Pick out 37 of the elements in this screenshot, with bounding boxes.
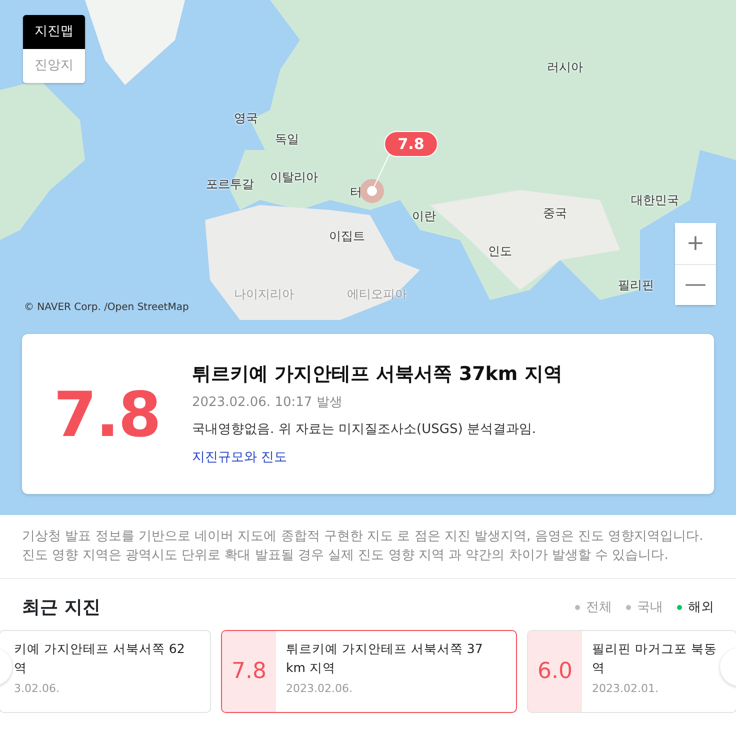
earthquake-item[interactable]: 6.0 필리핀 마거그포 북동 역 2023.02.01.	[527, 630, 736, 714]
source-note: 국내영향없음. 위 자료는 미지질조사소(USGS) 분석결과임.	[192, 421, 538, 440]
place-label: 러시아	[547, 59, 583, 76]
zoom-out-button[interactable]: —	[675, 264, 716, 305]
time-text: 2023.02.06. 10:17 발생	[192, 394, 344, 412]
location-title: 튀르키예 가지안테프 서북서쪽 37 km 지역	[286, 640, 484, 678]
magnitude-link[interactable]: 지진규모와 진도	[192, 450, 288, 465]
place-label: 인도	[488, 243, 512, 260]
date-text: 2023.02.01.	[592, 680, 660, 697]
location-title: 튀르키예 가지안테프 서북서쪽 37km 지역	[192, 362, 562, 388]
section-title: 최근 지진	[22, 596, 100, 618]
magnitude-pin: 7.8	[384, 131, 438, 157]
map-attribution: © NAVER Corp. /Open StreetMap	[24, 301, 189, 315]
place-label: 대한민국	[631, 192, 679, 209]
magnitude-value: 7.8	[222, 631, 276, 712]
place-label: 포르투갈	[206, 176, 254, 193]
earthquake-item[interactable]: 7.8 튀르키예 가지안테프 서북서쪽 37 km 지역 2023.02.06.	[221, 630, 517, 714]
date-text: 3.02.06.	[14, 680, 60, 697]
place-label: 이란	[412, 208, 436, 225]
place-label: 독일	[275, 131, 299, 148]
earthquake-item[interactable]: 키예 가지안테프 서북서쪽 62 역 3.02.06.	[0, 630, 211, 714]
place-label: 필리핀	[618, 277, 654, 294]
place-label: 이탈리아	[270, 169, 318, 186]
location-title: 필리핀 마거그포 북동 역	[592, 640, 718, 678]
magnitude-value: 6.0	[528, 631, 582, 712]
filter-tab[interactable]: 해외	[663, 598, 714, 618]
magnitude-value: 7.8	[52, 376, 162, 452]
place-label: 중국	[543, 205, 567, 222]
place-label: 영국	[234, 110, 258, 127]
notice-text: 기상청 발표 정보를 기반으로 네이버 지도에 종합적 구현한 지도 로 점은 지진 발생지역, 음영은 진도 영향지역입니다. 진도 영향 지역은 광역시도 단위로 확대 발표될 경우 실제 진도 영향 지역 과 약간의 차이가 발생할 수 있습니다.	[0, 515, 736, 579]
zoom-in-button[interactable]: +	[675, 223, 716, 264]
place-label: 터	[350, 184, 362, 201]
place-label: 나이지리아	[234, 286, 294, 303]
place-label: 이집트	[329, 228, 365, 245]
map-mode-tab[interactable]: 지진맵	[23, 15, 85, 49]
location-title: 키예 가지안테프 서북서쪽 62 역	[14, 640, 186, 678]
date-text: 2023.02.06.	[286, 680, 354, 697]
